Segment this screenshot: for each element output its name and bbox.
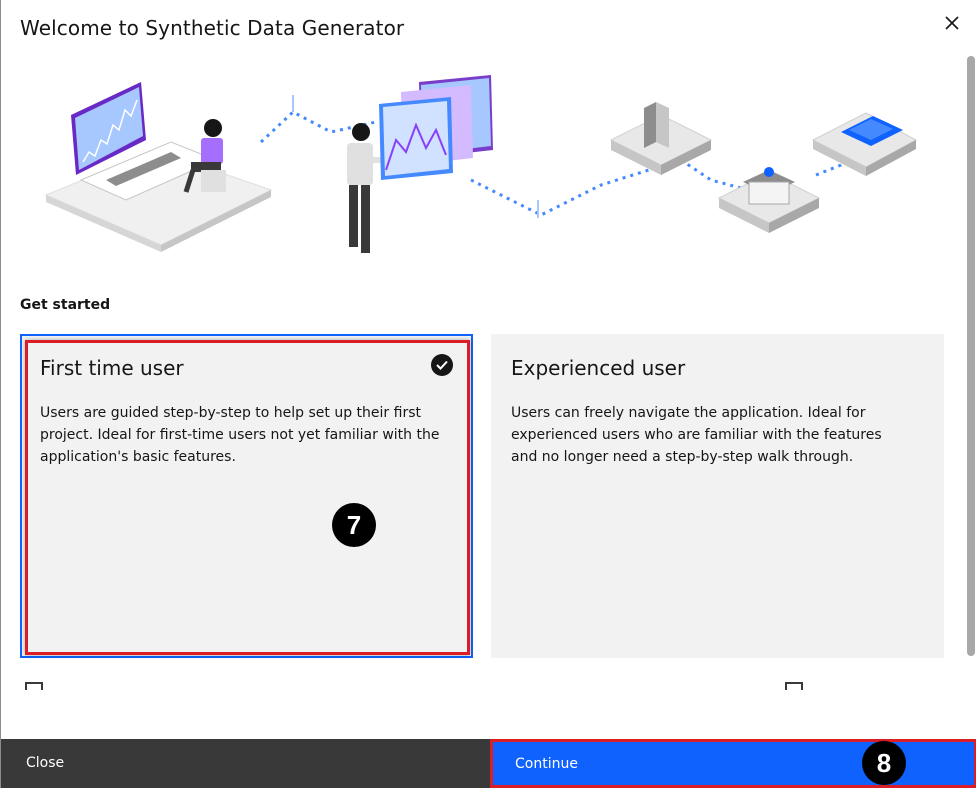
step-badge-7: 7 (332, 503, 376, 547)
scrollbar-thumb[interactable] (967, 56, 975, 656)
close-icon[interactable] (939, 10, 965, 36)
checkbox-stub (785, 682, 803, 690)
section-label: Get started (20, 297, 111, 313)
close-button[interactable]: Close (1, 739, 490, 788)
tile-description: Users are guided step-by-step to help se… (40, 405, 440, 465)
tile-experienced-user[interactable]: Experienced user Users can freely naviga… (491, 334, 944, 658)
step-badge-8: 8 (862, 741, 906, 785)
tile-description: Users can freely navigate the applicatio… (511, 405, 882, 465)
tile-first-time-user[interactable]: First time user Users are guided step-by… (20, 334, 473, 658)
tile-title: Experienced user (511, 356, 686, 380)
checkmark-icon (431, 354, 453, 376)
highlight-frame (25, 340, 470, 655)
checkbox-stub (25, 682, 43, 690)
dialog-footer: Close Continue 8 (1, 739, 976, 788)
tile-title: First time user (40, 356, 184, 380)
close-button-label: Close (26, 755, 65, 771)
welcome-dialog: Welcome to Synthetic Data Generator Get … (0, 0, 976, 788)
welcome-illustration (44, 75, 918, 253)
continue-button-label: Continue (515, 756, 578, 772)
scrollbar[interactable] (965, 56, 976, 684)
dialog-title: Welcome to Synthetic Data Generator (20, 16, 405, 40)
